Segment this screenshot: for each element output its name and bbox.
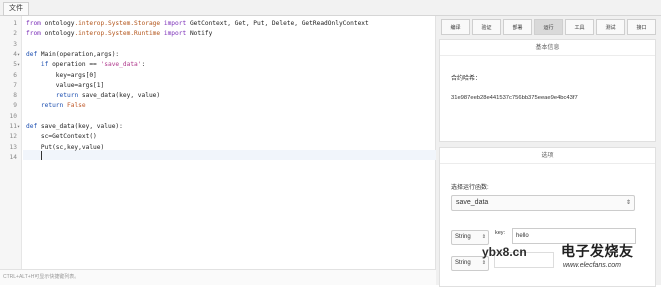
function-select-label: 选择运行函数: — [451, 185, 489, 191]
basic-info-panel: 基本信息 合约哈希： 31e987eeb28e441537c756bb375ee… — [439, 39, 656, 142]
line-number: 3 — [13, 40, 17, 48]
code-token: def — [26, 123, 38, 130]
line-number: 8 — [13, 92, 17, 100]
code-token: from — [26, 20, 41, 27]
line-number: 2 — [13, 30, 17, 38]
line-number: 10 — [9, 112, 17, 120]
code-text: def save_data(key, value): — [26, 122, 123, 132]
watermark-url: ybx8.cn — [482, 245, 527, 259]
line-number: 12 — [9, 133, 17, 141]
code-token: value=args[1] — [26, 81, 105, 89]
code-editor[interactable]: 1 from ontology.interop.System.Storage im… — [0, 16, 436, 269]
code-text: value=args[1] — [26, 81, 104, 91]
code-token: operation == — [48, 61, 101, 69]
code-token: ontology — [40, 30, 75, 38]
fold-arrow-icon[interactable]: ▾ — [17, 50, 22, 60]
code-text: Put(sc,key,value) — [26, 143, 104, 153]
watermark: ybx8.cn 电子发烧友 www.elecfans.com — [482, 238, 658, 272]
contract-hash-value: 31e987eeb28e441537c756bb375eeae9e4bc43f7 — [451, 95, 578, 101]
code-text: key=args[0] — [26, 71, 97, 81]
function-select-value: save_data — [456, 199, 489, 206]
line-number: 14 — [9, 153, 17, 161]
line-number: 1 — [13, 20, 17, 27]
function-select[interactable]: save_data ⇕ — [451, 195, 635, 211]
watermark-brand: 电子发烧友 — [561, 243, 634, 259]
line-number: 13 — [9, 143, 17, 151]
basic-info-title: 基本信息 — [440, 40, 655, 56]
file-menu[interactable]: 文件 — [3, 2, 29, 16]
param-type-value: String — [455, 234, 471, 240]
code-token: return — [55, 92, 79, 100]
editor-status-bar: CTRL+ALT+H可显示快捷键列表。 — [0, 269, 436, 285]
code-token: .interop.System.Runtime — [74, 30, 161, 38]
code-token: save_data(key, value) — [78, 92, 161, 100]
code-token: Notify — [186, 30, 213, 38]
line-number: 11 — [9, 123, 17, 130]
status-text: CTRL+ALT+H可显示快捷键列表。 — [3, 274, 80, 280]
line-number: 4 — [13, 50, 17, 58]
tab-tools[interactable]: 工具 — [565, 19, 594, 35]
tab-bar: 编译 验证 部署 运行 工具 测试 接口 — [439, 16, 658, 37]
tab-verify[interactable]: 验证 — [472, 19, 501, 35]
fold-arrow-icon[interactable]: ▾ — [17, 60, 22, 70]
code-token: sc=GetContext() — [26, 133, 97, 141]
watermark-domain: www.elecfans.com — [563, 262, 621, 269]
code-token: return — [40, 102, 64, 110]
fold-arrow-icon[interactable]: ▾ — [17, 122, 22, 132]
param-type-value: String — [455, 260, 471, 266]
code-token: Main(operation,args): — [37, 50, 120, 58]
code-token: ontology — [40, 20, 75, 27]
param-key-label: key: — [495, 230, 506, 236]
code-token: save_data(key, value): — [37, 123, 123, 130]
options-title: 选项 — [440, 148, 655, 164]
tab-api[interactable]: 接口 — [627, 19, 656, 35]
tab-test[interactable]: 测试 — [596, 19, 625, 35]
code-token: def — [26, 50, 38, 58]
text-cursor — [41, 151, 42, 160]
line-number: 6 — [13, 71, 17, 79]
line-number: 9 — [13, 102, 17, 110]
code-token: from — [26, 30, 41, 38]
code-token: key=args[0] — [26, 71, 97, 79]
tab-deploy[interactable]: 部署 — [503, 19, 532, 35]
line-number: 5 — [13, 61, 17, 69]
code-token: False — [67, 102, 86, 110]
menu-bar: 文件 — [0, 0, 661, 16]
contract-hash-label: 合约哈希： — [451, 76, 482, 82]
code-token: : — [141, 61, 146, 69]
code-text: return False — [26, 101, 86, 111]
code-token: import — [163, 30, 187, 38]
code-text: sc=GetContext() — [26, 132, 97, 142]
code-text: def Main(operation,args): — [26, 50, 119, 60]
tab-compile[interactable]: 编译 — [441, 19, 470, 35]
code-text: from ontology.interop.System.Runtime imp… — [26, 29, 212, 39]
line-number: 7 — [13, 81, 17, 89]
code-text: return save_data(key, value) — [26, 91, 160, 101]
select-updown-icon: ⇕ — [625, 200, 631, 206]
code-token: import — [163, 20, 187, 27]
tab-run[interactable]: 运行 — [534, 19, 563, 35]
code-text: from ontology.interop.System.Storage imp… — [26, 19, 369, 29]
code-token: Put(sc,key,value) — [26, 143, 105, 151]
code-token: .interop.System.Storage — [74, 20, 161, 27]
code-token: 'save_data' — [100, 61, 142, 69]
code-text: if operation == 'save_data': — [26, 60, 145, 70]
code-token: GetContext, Get, Put, Delete, GetReadOnl… — [186, 20, 369, 27]
